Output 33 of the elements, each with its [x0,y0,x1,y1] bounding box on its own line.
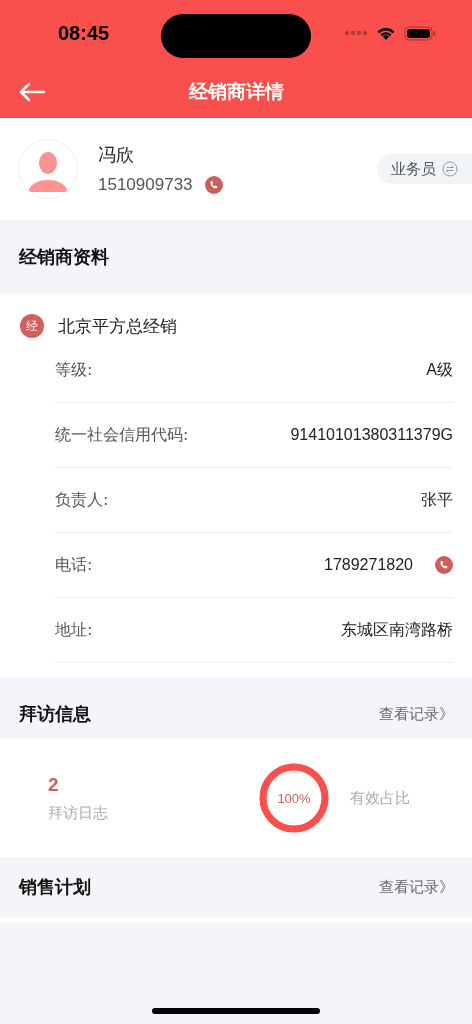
ratio-label: 有效占比 [350,788,410,808]
visit-log-count: 2 [48,773,60,796]
phone-icon[interactable] [204,176,223,194]
dealer-name: 北京平方总经销 [58,314,177,338]
field-label: 负责人: [55,489,109,511]
field-value: A级 [426,359,453,380]
signal-icon [344,30,368,36]
field-label: 等级: [55,359,93,381]
page-title: 经销商详情 [188,79,284,104]
view-records-link[interactable]: 查看记录》 [379,877,454,897]
status-time: 08:45 [58,21,110,45]
back-arrow-icon[interactable] [18,82,46,102]
field-value: 张平 [421,489,453,510]
field-value: 91410101380311379G [290,426,453,444]
user-phone: 1510909733 [98,175,193,195]
user-name: 冯欣 [98,143,135,167]
battery-icon [404,25,436,41]
field-value: 东城区南湾路桥 [341,619,453,640]
wifi-icon [376,25,396,41]
ratio-value: 100% [277,790,311,806]
view-records-link[interactable]: 查看记录》 [379,704,454,724]
section-title: 经销商资料 [19,245,109,269]
section-title: 销售计划 [19,875,91,899]
field-label: 地址: [55,619,93,641]
section-title: 拜访信息 [19,702,91,726]
role-switch-button[interactable]: 业务员 [377,154,472,184]
dealer-badge: 经 [20,314,44,338]
field-label: 统一社会信用代码: [55,424,189,446]
field-value: 1789271820 [324,556,413,574]
phone-icon[interactable] [435,556,453,574]
field-label: 电话: [55,554,93,576]
swap-icon [442,161,458,177]
visit-log-label: 拜访日志 [48,803,108,823]
